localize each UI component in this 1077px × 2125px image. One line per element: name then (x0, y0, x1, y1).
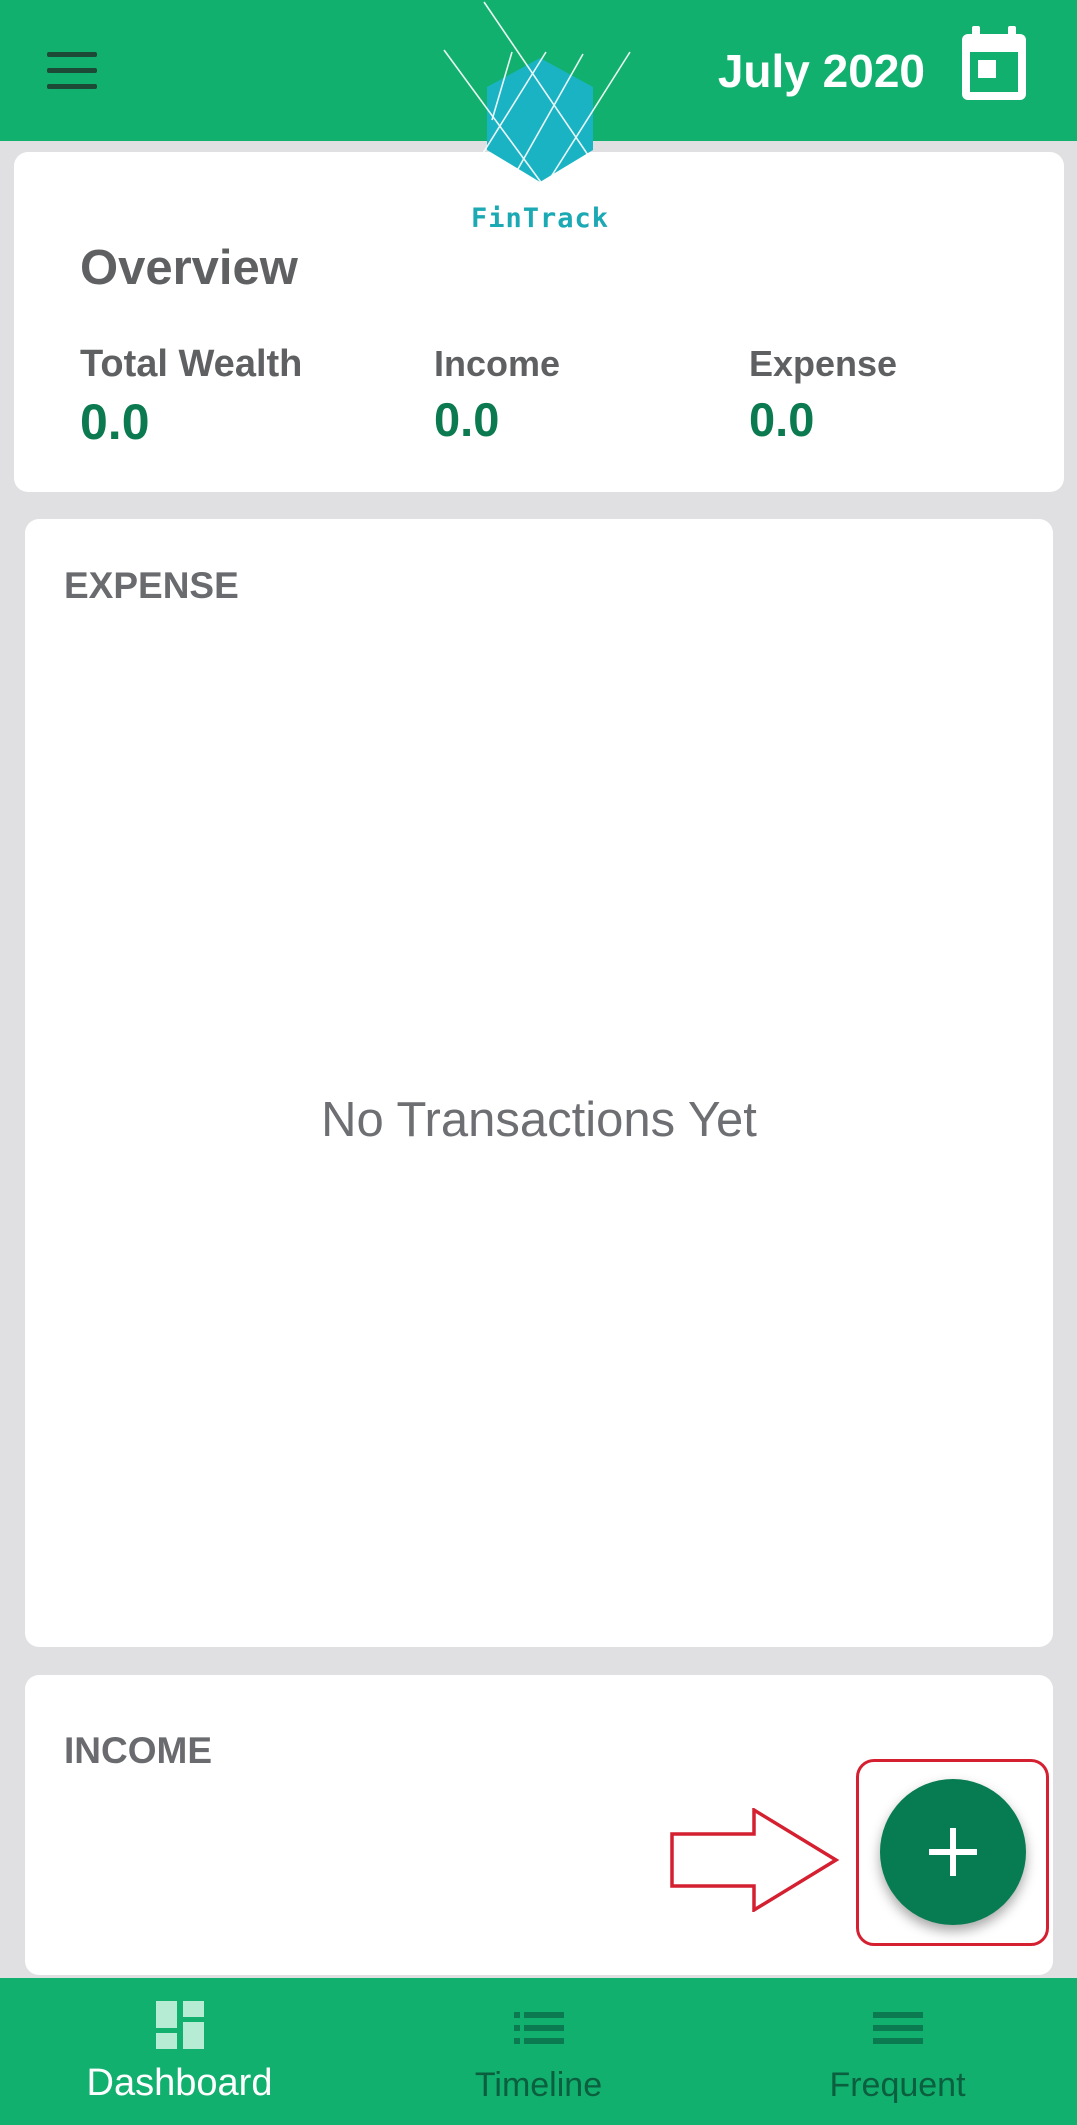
no-transactions-text: No Transactions Yet (321, 1093, 757, 1147)
plus-icon (929, 1828, 977, 1876)
expense-label: Expense (749, 343, 898, 384)
add-transaction-button[interactable] (880, 1779, 1026, 1925)
nav-item-timeline[interactable]: Timeline (359, 1978, 718, 2125)
nav-item-dashboard[interactable]: Dashboard (0, 1978, 359, 2125)
nav-item-frequent[interactable]: Frequent (718, 1978, 1077, 2125)
list-icon (513, 2012, 564, 2049)
income-label: Income (434, 343, 561, 384)
dashboard-icon (155, 2000, 205, 2055)
total-wealth-label: Total Wealth (80, 343, 303, 385)
nav-label-dashboard: Dashboard (86, 2062, 273, 2104)
expense-value: 0.0 (749, 393, 815, 446)
nav-label-timeline: Timeline (474, 2066, 603, 2104)
overview-title: Overview (80, 241, 298, 295)
calendar-icon[interactable] (958, 24, 1030, 104)
menu-lines-icon (872, 2012, 923, 2049)
nav-label-frequent: Frequent (829, 2066, 966, 2104)
total-wealth-value: 0.0 (80, 394, 150, 450)
expense-chart-card: EXPENSE No Transactions Yet (25, 519, 1053, 1647)
income-section-title: INCOME (64, 1730, 212, 1771)
month-label[interactable]: July 2020 (718, 38, 925, 104)
hamburger-menu-icon[interactable] (38, 40, 108, 100)
expense-section-title: EXPENSE (64, 565, 239, 606)
annotation-arrow-icon (670, 1806, 840, 1914)
logo-text: FinTrack (470, 203, 610, 234)
income-value: 0.0 (434, 393, 500, 446)
bottom-navigation: Dashboard Timeline Frequent (0, 1978, 1077, 2125)
fintrack-logo: FinTrack (440, 0, 640, 250)
